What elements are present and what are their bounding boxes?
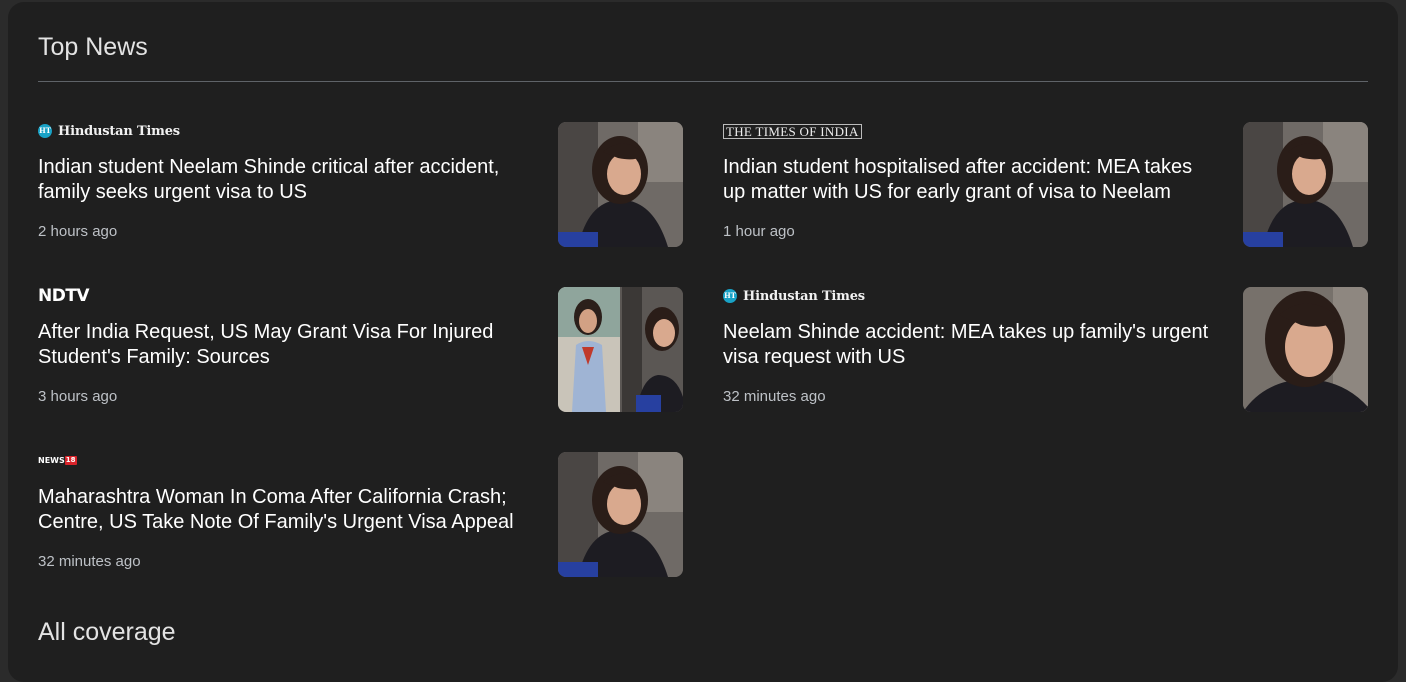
story-thumbnail[interactable]: [558, 287, 683, 412]
story-headline[interactable]: Maharashtra Woman In Coma After Californ…: [38, 485, 528, 535]
story-card[interactable]: HT Hindustan Times Indian student Neelam…: [38, 122, 683, 248]
all-coverage-title[interactable]: All coverage: [38, 616, 176, 648]
story-headline[interactable]: Indian student Neelam Shinde critical af…: [38, 155, 528, 205]
source-logo: THE TIMES OF INDIA: [723, 122, 862, 140]
story-time: 1 hour ago: [723, 223, 795, 240]
story-thumbnail[interactable]: [1243, 287, 1368, 412]
hindustan-times-icon: HT: [723, 289, 737, 303]
source-number: 18: [64, 456, 77, 465]
story-card[interactable]: THE TIMES OF INDIA Indian student hospit…: [723, 122, 1368, 248]
source-logo: NDTV: [38, 286, 90, 306]
source-name: Hindustan Times: [58, 123, 180, 139]
story-time: 32 minutes ago: [723, 388, 826, 405]
story-time: 2 hours ago: [38, 223, 118, 240]
story-thumbnail[interactable]: [558, 122, 683, 247]
story-time: 32 minutes ago: [38, 553, 141, 570]
divider: [38, 81, 1368, 82]
hindustan-times-icon: HT: [38, 124, 52, 138]
source-logo: HT Hindustan Times: [723, 287, 865, 305]
top-news-card: Top News HT Hindustan Times Indian stude…: [8, 2, 1398, 682]
story-card[interactable]: NEWS 18 Maharashtra Woman In Coma After …: [38, 452, 683, 578]
story-thumbnail[interactable]: [1243, 122, 1368, 247]
story-card[interactable]: HT Hindustan Times Neelam Shinde acciden…: [723, 287, 1368, 413]
source-name: Hindustan Times: [743, 288, 865, 304]
source-logo: HT Hindustan Times: [38, 122, 180, 140]
source-name: NDTV: [38, 286, 90, 306]
source-name: THE TIMES OF INDIA: [723, 123, 862, 139]
story-card[interactable]: NDTV After India Request, US May Grant V…: [38, 286, 683, 413]
story-headline[interactable]: Indian student hospitalised after accide…: [723, 155, 1213, 205]
story-time: 3 hours ago: [38, 388, 118, 405]
story-thumbnail[interactable]: [558, 452, 683, 577]
source-logo: NEWS 18: [38, 456, 77, 474]
section-title: Top News: [38, 33, 148, 61]
story-headline[interactable]: After India Request, US May Grant Visa F…: [38, 320, 528, 370]
source-name: NEWS: [38, 456, 65, 466]
story-headline[interactable]: Neelam Shinde accident: MEA takes up fam…: [723, 320, 1213, 370]
